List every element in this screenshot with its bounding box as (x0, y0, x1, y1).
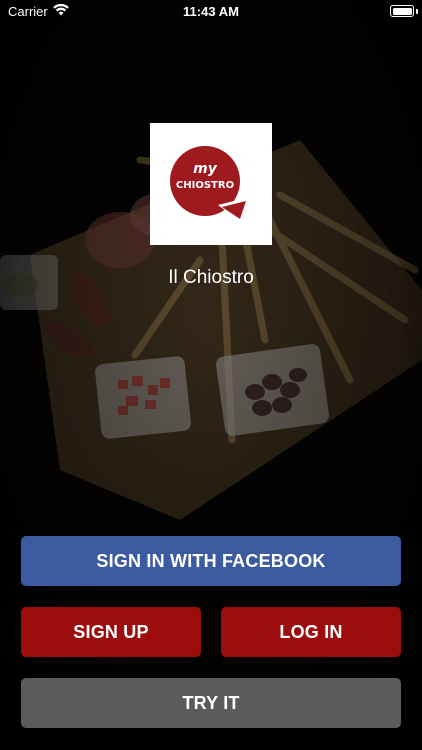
status-bar: Carrier 11:43 AM (0, 0, 422, 24)
sign-up-button[interactable]: SIGN UP (21, 607, 201, 657)
facebook-signin-label: SIGN IN WITH FACEBOOK (96, 550, 326, 571)
splash-screen: Carrier 11:43 AM my CHIOSTRO Il Chiostro (0, 0, 422, 750)
battery-icon (390, 5, 414, 17)
logo-text-my: my (193, 161, 218, 177)
try-it-button[interactable]: TRY IT (21, 678, 401, 728)
log-in-label: LOG IN (279, 621, 343, 642)
app-title: Il Chiostro (168, 267, 254, 288)
logo-text-chiostro: CHIOSTRO (176, 180, 234, 191)
status-time: 11:43 AM (183, 4, 239, 19)
battery-cap (416, 9, 418, 14)
log-in-button[interactable]: LOG IN (221, 607, 401, 657)
facebook-signin-button[interactable]: SIGN IN WITH FACEBOOK (21, 536, 401, 586)
battery-level-fill (392, 7, 412, 15)
try-it-label: TRY IT (182, 692, 240, 713)
app-logo: my CHIOSTRO (150, 123, 272, 245)
sign-up-label: SIGN UP (73, 621, 149, 642)
